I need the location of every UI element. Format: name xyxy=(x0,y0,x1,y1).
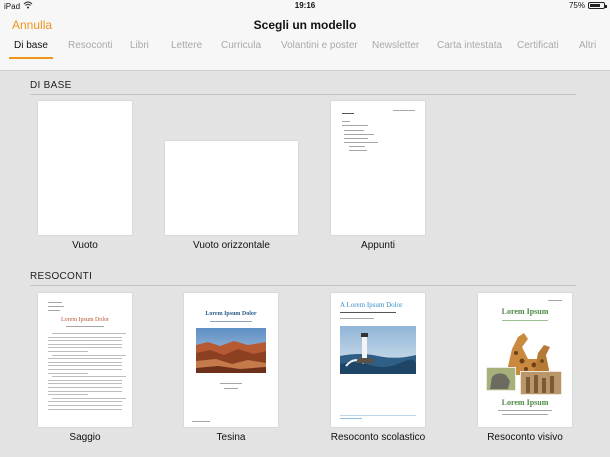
battery-icon xyxy=(588,2,607,9)
meerkat-image xyxy=(520,371,562,395)
tab-newsletter[interactable]: Newsletter xyxy=(372,40,419,51)
tab-curricula[interactable]: Curricula xyxy=(221,40,261,51)
tab-certificati[interactable]: Certificati xyxy=(517,40,559,51)
thumb-line xyxy=(48,390,122,392)
thumb-line xyxy=(344,130,364,131)
thumb-line xyxy=(342,125,368,126)
thumb-line xyxy=(393,110,415,111)
battery-cap xyxy=(605,5,607,8)
status-bar: iPad 19:16 75% xyxy=(0,0,610,12)
thumb-line xyxy=(48,372,88,374)
template-saggio[interactable]: Lorem Ipsum Dolor xyxy=(38,293,132,427)
nav-header: Annulla Scegli un modello Di base Resoco… xyxy=(0,12,610,71)
thumb-line xyxy=(48,405,122,406)
thumb-line xyxy=(340,415,416,416)
thumb-line xyxy=(48,347,122,349)
status-time: 19:16 xyxy=(294,1,316,10)
scolastico-thumb-title: A Lorem Ipsum Dolor xyxy=(340,301,403,309)
thumb-line xyxy=(340,418,362,419)
thumb-line xyxy=(52,333,126,334)
visivo-thumb-subtitle: Lorem Ipsum xyxy=(501,398,549,407)
active-tab-underline xyxy=(9,57,53,59)
tab-volantini[interactable]: Volantini e poster xyxy=(281,40,358,51)
thumb-line xyxy=(48,387,122,388)
thumb-line xyxy=(192,421,210,422)
template-label-appunti: Appunti xyxy=(361,240,395,251)
thumb-line xyxy=(48,365,122,367)
thumb-line xyxy=(52,376,126,378)
template-label-vuoto-orizzontale: Vuoto orizzontale xyxy=(193,240,270,251)
page-title: Scegli un modello xyxy=(253,18,357,32)
thumb-line xyxy=(224,388,238,389)
canyon-image xyxy=(196,328,266,373)
thumb-line xyxy=(210,321,252,322)
thumb-line xyxy=(52,397,126,399)
elephant-image xyxy=(486,367,516,391)
visivo-thumb-title: Lorem Ipsum xyxy=(501,307,549,316)
tesina-thumb-title: Lorem Ipsum Dolor xyxy=(205,311,257,317)
thumb-line xyxy=(502,320,548,321)
thumb-line xyxy=(342,113,354,114)
section-divider xyxy=(30,94,576,95)
thumb-line xyxy=(52,354,126,356)
tab-lettere[interactable]: Lettere xyxy=(171,40,202,51)
thumb-line xyxy=(48,361,122,363)
template-label-resoconto-visivo: Resoconto visivo xyxy=(487,432,563,443)
tab-altri[interactable]: Altri xyxy=(579,40,596,51)
thumb-line xyxy=(48,369,122,370)
tab-carta-intestata[interactable]: Carta intestata xyxy=(437,40,502,51)
thumb-line xyxy=(48,306,64,307)
template-vuoto[interactable] xyxy=(38,101,132,235)
thumb-line xyxy=(48,340,122,342)
thumb-line xyxy=(48,302,62,303)
saggio-thumb-title: Lorem Ipsum Dolor xyxy=(61,317,109,323)
thumb-line xyxy=(340,318,374,319)
thumb-line xyxy=(344,134,374,135)
thumb-line xyxy=(48,336,122,338)
thumb-line xyxy=(66,326,104,327)
thumb-line xyxy=(342,121,350,122)
thumb-line xyxy=(48,310,60,311)
template-appunti[interactable] xyxy=(331,101,425,235)
thumb-line xyxy=(349,150,367,151)
battery-percent: 75% xyxy=(568,1,585,10)
section-label-di-base: DI BASE xyxy=(30,80,72,91)
thumb-line xyxy=(48,343,122,345)
template-label-saggio: Saggio xyxy=(69,432,101,443)
thumb-line xyxy=(48,383,122,385)
battery-fill xyxy=(590,4,600,7)
lighthouse-image xyxy=(340,326,416,374)
template-resoconto-scolastico[interactable]: A Lorem Ipsum Dolor xyxy=(331,293,425,427)
template-label-resoconto-scolastico: Resoconto scolastico xyxy=(330,432,426,443)
category-tabs: Di base Resoconti Libri Lettere Curricul… xyxy=(0,38,610,60)
thumb-line xyxy=(340,312,396,313)
thumb-line xyxy=(48,401,122,403)
template-vuoto-orizzontale[interactable] xyxy=(165,141,298,235)
thumb-line xyxy=(502,414,548,415)
thumb-line xyxy=(344,138,368,139)
tab-resoconti[interactable]: Resoconti xyxy=(68,40,112,51)
thumb-line xyxy=(48,351,88,352)
thumb-line xyxy=(48,394,88,396)
tab-di-base[interactable]: Di base xyxy=(14,40,48,51)
thumb-line xyxy=(220,383,242,384)
template-resoconto-visivo[interactable]: Lorem Ipsum Lorem Ipsum xyxy=(478,293,572,427)
thumb-line xyxy=(548,300,562,301)
thumb-line xyxy=(344,142,378,143)
section-label-resoconti: RESOCONTI xyxy=(30,271,93,282)
thumb-line xyxy=(48,358,122,360)
template-label-tesina: Tesina xyxy=(216,432,246,443)
thumb-line xyxy=(498,410,552,411)
tab-libri[interactable]: Libri xyxy=(130,40,149,51)
thumb-line xyxy=(48,408,122,410)
section-divider xyxy=(30,285,576,286)
thumb-line xyxy=(48,379,122,381)
template-tesina[interactable]: Lorem Ipsum Dolor xyxy=(184,293,278,427)
thumb-line xyxy=(349,146,365,147)
status-right: 75% xyxy=(568,1,607,10)
template-label-vuoto: Vuoto xyxy=(72,240,98,251)
